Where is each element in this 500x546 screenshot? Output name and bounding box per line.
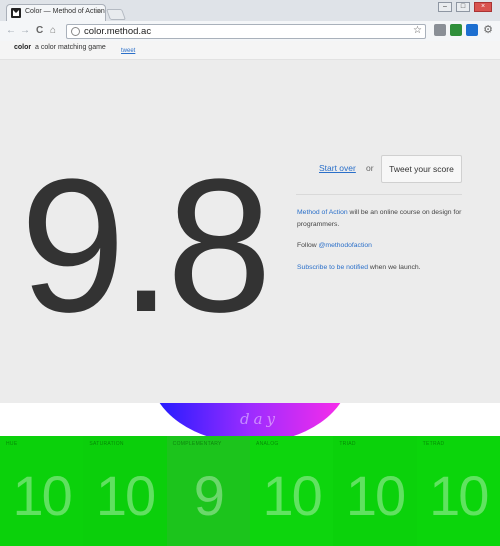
round-card-hue[interactable]: hue 10 — [0, 436, 84, 546]
header-tweet-link[interactable]: tweet — [121, 48, 135, 54]
browser-chrome: Color — Method of Action × – □ × ← → C ⌂… — [0, 0, 500, 41]
round-title: triad — [339, 441, 356, 447]
wrench-menu-icon[interactable]: ⚙ — [482, 24, 494, 36]
final-score: 9.8 — [20, 140, 272, 352]
site-favicon-icon — [11, 8, 21, 18]
round-title: tetrad — [422, 441, 445, 447]
site-header: color a color matching game tweet — [0, 41, 500, 60]
round-card-tetrad[interactable]: tetrad 10 — [416, 436, 500, 546]
window-close-button[interactable]: × — [474, 2, 492, 12]
trash-extension-icon[interactable] — [434, 24, 446, 36]
mode-dial[interactable]: day — [150, 403, 350, 436]
round-card-triad[interactable]: triad 10 — [333, 436, 417, 546]
mode-label: day — [240, 410, 280, 428]
course-link[interactable]: Method of Action — [297, 209, 348, 216]
round-score: 10 — [12, 464, 73, 527]
start-over-link[interactable]: Start over — [319, 163, 356, 173]
reload-icon[interactable]: C — [36, 25, 43, 37]
round-card-saturation[interactable]: saturation 10 — [83, 436, 167, 546]
window-maximize-button[interactable]: □ — [456, 2, 470, 12]
round-score: 10 — [95, 464, 156, 527]
back-arrow-icon[interactable]: ← — [6, 25, 16, 37]
course-info: Method of Action will be an online cours… — [297, 207, 477, 231]
round-score: 9 — [193, 464, 225, 527]
site-brand[interactable]: color — [14, 44, 31, 51]
home-icon[interactable]: ⌂ — [50, 25, 56, 37]
section-divider — [296, 194, 462, 195]
round-card-complementary[interactable]: complementary 9 — [166, 436, 250, 546]
forward-arrow-icon[interactable]: → — [20, 25, 30, 37]
browser-toolbar: ← → C ⌂ color.method.ac ☆ — [0, 21, 500, 41]
tweet-score-button[interactable]: Tweet your score — [381, 155, 462, 183]
round-score: 10 — [345, 464, 406, 527]
round-scores: hue 10 saturation 10 complementary 9 ana… — [0, 436, 500, 546]
round-card-analog[interactable]: analog 10 — [249, 436, 334, 546]
subscribe-info: Subscribe to be notified when we launch. — [297, 262, 477, 274]
follow-prefix: Follow — [297, 242, 319, 249]
page-globe-icon — [71, 27, 80, 36]
subscribe-link[interactable]: Subscribe to be notified — [297, 264, 368, 271]
tab-title: Color — Method of Action — [25, 8, 105, 15]
site-tagline: a color matching game — [35, 44, 106, 51]
follow-handle-link[interactable]: @methodofaction — [319, 242, 372, 249]
or-label: or — [366, 163, 374, 173]
blue-extension-icon[interactable] — [466, 24, 478, 36]
round-title: hue — [6, 441, 18, 447]
round-score: 10 — [429, 464, 489, 527]
green-extension-icon[interactable] — [450, 24, 462, 36]
tab-close-icon[interactable]: × — [96, 7, 101, 16]
round-title: analog — [255, 441, 279, 447]
round-title: complementary — [172, 441, 222, 447]
new-tab-button[interactable] — [105, 9, 127, 20]
round-score: 10 — [262, 464, 323, 527]
address-bar[interactable]: color.method.ac ☆ — [66, 24, 426, 39]
address-url: color.method.ac — [84, 26, 152, 37]
browser-tab[interactable]: Color — Method of Action × — [6, 4, 106, 21]
round-title: saturation — [89, 441, 124, 447]
subscribe-text: when we launch. — [368, 264, 421, 271]
follow-info: Follow @methodofaction — [297, 240, 477, 252]
bookmark-star-icon[interactable]: ☆ — [413, 25, 422, 36]
window-minimize-button[interactable]: – — [438, 2, 452, 12]
